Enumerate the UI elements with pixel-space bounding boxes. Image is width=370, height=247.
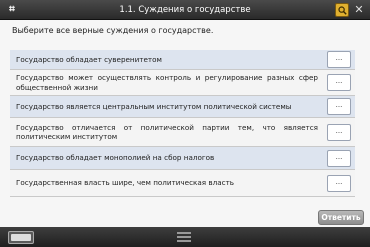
grid-logo-icon: ⌗ <box>9 4 15 15</box>
answer-slot[interactable]: ... <box>327 98 351 115</box>
statement-text: Государство обладает монополией на сбор … <box>16 153 215 163</box>
answer-slot[interactable]: ... <box>327 51 351 68</box>
page-title: 1.1. Суждения о государстве <box>119 5 251 15</box>
answer-button[interactable]: Ответить <box>318 210 364 225</box>
answer-slot[interactable]: ... <box>327 123 351 141</box>
answer-slot[interactable]: ... <box>327 149 351 167</box>
statement-row: Государство отличается от политической п… <box>10 118 355 147</box>
bottom-bar <box>0 227 370 247</box>
statement-text: Государство является центральным институ… <box>16 101 292 111</box>
statement-row: Государственная власть шире, чем политич… <box>10 170 355 197</box>
close-icon[interactable]: ✕ <box>352 3 366 17</box>
statement-row: Государство является центральным институ… <box>10 96 355 118</box>
menu-icon[interactable] <box>177 232 191 242</box>
statement-row: Государство может осуществлять контроль … <box>10 70 355 96</box>
answer-slot[interactable]: ... <box>327 74 351 91</box>
publisher-logo-icon <box>8 231 34 244</box>
statement-text: Государство обладает суверенитетом <box>16 54 162 64</box>
search-icon[interactable] <box>335 3 349 17</box>
top-bar: ⌗ 1.1. Суждения о государстве ✕ <box>0 0 370 20</box>
task-prompt: Выберите все верные суждения о государст… <box>12 26 214 35</box>
statement-text: Государственная власть шире, чем политич… <box>16 178 235 188</box>
statement-text: Государство отличается от политической п… <box>16 122 318 142</box>
task-content: Выберите все верные суждения о государст… <box>0 20 370 227</box>
statement-list: Государство обладает суверенитетом ... Г… <box>10 50 355 197</box>
statement-text: Государство может осуществлять контроль … <box>16 73 318 92</box>
statement-row: Государство обладает монополией на сбор … <box>10 147 355 170</box>
answer-slot[interactable]: ... <box>327 174 351 192</box>
statement-row: Государство обладает суверенитетом ... <box>10 50 355 70</box>
